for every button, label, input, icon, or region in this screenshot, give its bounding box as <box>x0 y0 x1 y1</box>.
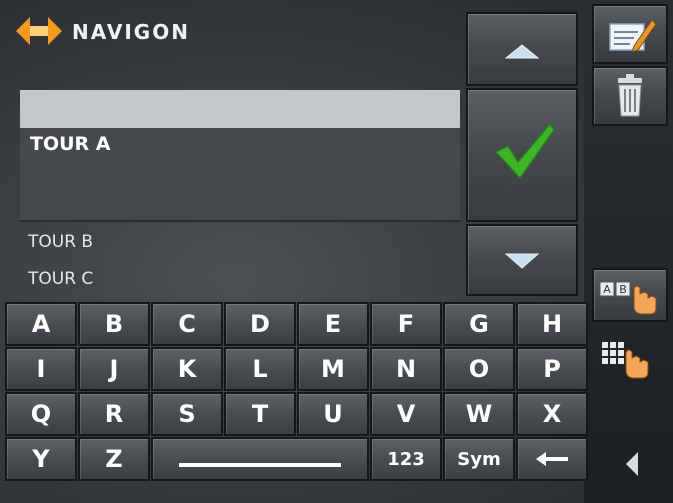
key-j[interactable]: J <box>78 347 150 391</box>
filter-input[interactable] <box>20 90 460 128</box>
key-q[interactable]: Q <box>5 392 77 436</box>
key-u[interactable]: U <box>297 392 369 436</box>
keyboard-abc-icon: A B <box>599 281 657 315</box>
key-f[interactable]: F <box>370 302 442 346</box>
backspace-arrow-icon <box>536 452 568 466</box>
key-p[interactable]: P <box>516 347 588 391</box>
key-y[interactable]: Y <box>5 437 77 481</box>
key-m[interactable]: M <box>297 347 369 391</box>
edit-button[interactable] <box>592 4 668 64</box>
key-n[interactable]: N <box>370 347 442 391</box>
trash-icon <box>618 74 642 117</box>
space-key[interactable] <box>151 437 369 481</box>
list-item[interactable]: TOUR B <box>28 232 93 252</box>
key-r[interactable]: R <box>78 392 150 436</box>
key-k[interactable]: K <box>151 347 223 391</box>
navigation-screen: NAVIGON TOUR A TOUR B TOUR C A B A B C D… <box>0 0 673 503</box>
scroll-down-button[interactable] <box>466 224 578 296</box>
key-o[interactable]: O <box>443 347 515 391</box>
key-x[interactable]: X <box>516 392 588 436</box>
arrow-up-icon <box>504 44 540 59</box>
key-v[interactable]: V <box>370 392 442 436</box>
navigon-logo-icon <box>14 14 64 48</box>
key-l[interactable]: L <box>224 347 296 391</box>
arrow-down-icon <box>504 253 540 269</box>
keypad-grid-icon <box>602 342 649 379</box>
confirm-button[interactable] <box>466 88 578 222</box>
key-b[interactable]: B <box>78 302 150 346</box>
list-item[interactable]: TOUR C <box>28 269 93 289</box>
key-i[interactable]: I <box>5 347 77 391</box>
checkmark-icon <box>494 122 555 180</box>
numbers-key[interactable]: 123 <box>370 437 442 481</box>
back-button[interactable] <box>592 432 668 496</box>
key-t[interactable]: T <box>224 392 296 436</box>
scroll-up-button[interactable] <box>466 12 578 86</box>
key-g[interactable]: G <box>443 302 515 346</box>
svg-text:A: A <box>603 283 611 296</box>
key-d[interactable]: D <box>224 302 296 346</box>
alphabet-keyboard-button[interactable]: A B <box>592 268 668 322</box>
key-e[interactable]: E <box>297 302 369 346</box>
key-z[interactable]: Z <box>78 437 150 481</box>
list-item-label: TOUR A <box>30 133 111 155</box>
key-w[interactable]: W <box>443 392 515 436</box>
key-h[interactable]: H <box>516 302 588 346</box>
key-s[interactable]: S <box>151 392 223 436</box>
key-c[interactable]: C <box>151 302 223 346</box>
numeric-keypad-button[interactable] <box>592 332 668 386</box>
brand-title: NAVIGON <box>72 20 190 44</box>
key-a[interactable]: A <box>5 302 77 346</box>
delete-button[interactable] <box>592 66 668 126</box>
back-triangle-icon <box>626 452 638 476</box>
symbols-key[interactable]: Sym <box>443 437 515 481</box>
svg-text:B: B <box>619 283 627 296</box>
edit-note-icon <box>609 19 657 53</box>
backspace-key[interactable] <box>516 437 588 481</box>
space-bar-icon <box>179 463 341 467</box>
